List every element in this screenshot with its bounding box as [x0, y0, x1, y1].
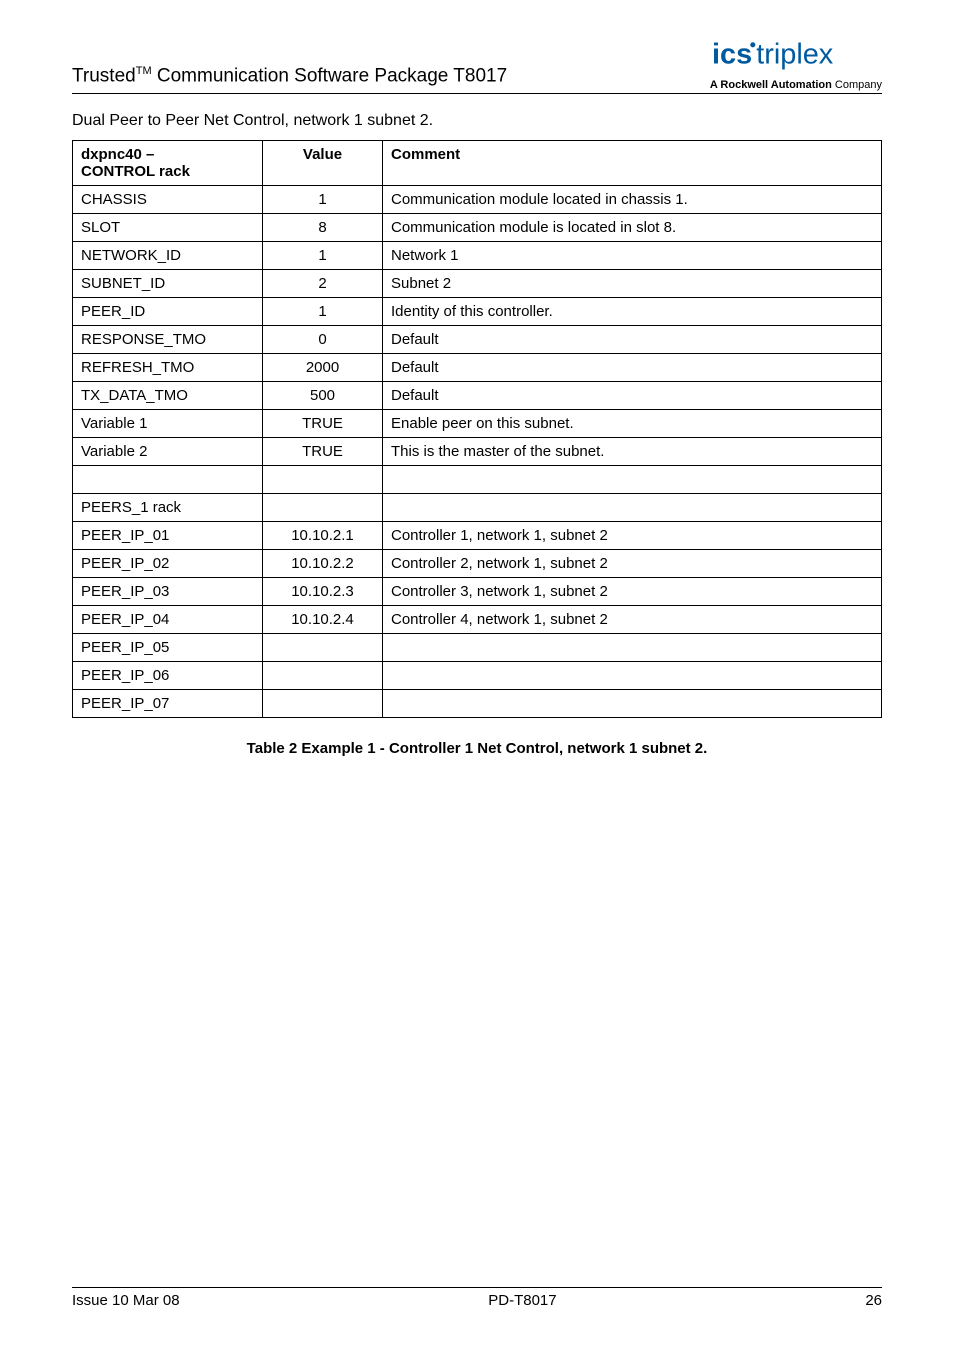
col-header-value: Value [263, 141, 383, 186]
table-row: SLOT8Communication module is located in … [73, 214, 882, 242]
page-header: TrustedTM Communication Software Package… [72, 38, 882, 94]
table-row: PEER_IP_0410.10.2.4Controller 4, network… [73, 606, 882, 634]
table-row: PEERS_1 rack [73, 494, 882, 522]
table-row: PEER_IP_07 [73, 690, 882, 718]
tm-mark: TM [136, 65, 152, 77]
svg-text:ics: ics [712, 39, 752, 71]
table-body: CHASSIS1Communication module located in … [73, 186, 882, 718]
table-row: REFRESH_TMO2000Default [73, 354, 882, 382]
page-footer: Issue 10 Mar 08 PD-T8017 26 [72, 1287, 882, 1309]
title-suffix: Communication Software Package T8017 [152, 65, 508, 86]
title-prefix: Trusted [72, 65, 136, 86]
table-row: RESPONSE_TMO0Default [73, 326, 882, 354]
net-control-table: dxpnc40 – CONTROL rack Value Comment CHA… [72, 140, 882, 718]
svg-text:triplex: triplex [756, 39, 834, 71]
footer-center: PD-T8017 [488, 1292, 556, 1309]
table-row: CHASSIS1Communication module located in … [73, 186, 882, 214]
logo-block: ics triplex A Rockwell Automation Compan… [710, 38, 882, 91]
table-row: SUBNET_ID2Subnet 2 [73, 270, 882, 298]
tagline-thin: Company [832, 79, 882, 91]
logo-tagline: A Rockwell Automation Company [710, 79, 882, 91]
table-row [73, 466, 882, 494]
table-caption: Table 2 Example 1 - Controller 1 Net Con… [72, 740, 882, 757]
ics-triplex-logo: ics triplex [712, 38, 882, 72]
table-row: PEER_IP_0210.10.2.2Controller 2, network… [73, 550, 882, 578]
col-header-key: dxpnc40 – CONTROL rack [73, 141, 263, 186]
table-row: PEER_IP_0110.10.2.1Controller 1, network… [73, 522, 882, 550]
table-row: TX_DATA_TMO500Default [73, 382, 882, 410]
table-row: PEER_IP_06 [73, 662, 882, 690]
table-row: Variable 2TRUEThis is the master of the … [73, 438, 882, 466]
col-header-comment: Comment [383, 141, 882, 186]
table-row: PEER_IP_05 [73, 634, 882, 662]
table-row: PEER_ID1Identity of this controller. [73, 298, 882, 326]
section-subhead: Dual Peer to Peer Net Control, network 1… [72, 112, 882, 130]
footer-left: Issue 10 Mar 08 [72, 1292, 180, 1309]
table-row: Variable 1TRUEEnable peer on this subnet… [73, 410, 882, 438]
tagline-bold: A Rockwell Automation [710, 79, 832, 91]
table-row: PEER_IP_0310.10.2.3Controller 3, network… [73, 578, 882, 606]
table-header-row: dxpnc40 – CONTROL rack Value Comment [73, 141, 882, 186]
table-row: NETWORK_ID1Network 1 [73, 242, 882, 270]
doc-title: TrustedTM Communication Software Package… [72, 65, 507, 91]
footer-right: 26 [865, 1292, 882, 1309]
